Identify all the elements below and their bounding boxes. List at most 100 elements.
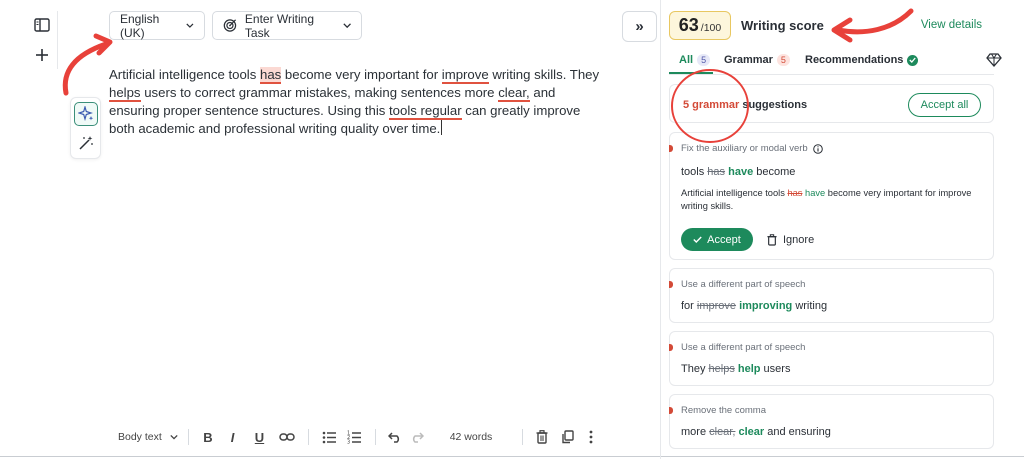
tab-recommendations[interactable]: Recommendations bbox=[805, 54, 919, 66]
target-icon bbox=[223, 19, 237, 32]
text-run: users to correct grammar mistakes, makin… bbox=[140, 85, 499, 100]
numbered-list-icon[interactable]: 123 bbox=[342, 425, 367, 449]
change-after: writing bbox=[792, 300, 828, 312]
bullet-list-icon[interactable] bbox=[317, 425, 342, 449]
redo-icon[interactable] bbox=[406, 425, 428, 449]
suggestion-card[interactable]: Use a different part of speech They help… bbox=[669, 331, 994, 386]
annotation-arrow bbox=[62, 41, 109, 96]
score-value: 63 bbox=[678, 15, 699, 35]
flagged-word[interactable]: improve bbox=[441, 67, 489, 84]
error-marker bbox=[669, 344, 673, 351]
ai-sparkle-icon[interactable] bbox=[74, 102, 98, 126]
suggestion-title-text: Fix the auxiliary or modal verb bbox=[681, 143, 808, 154]
undo-icon[interactable] bbox=[384, 425, 406, 449]
error-marker bbox=[669, 407, 673, 414]
italic-button[interactable]: I bbox=[219, 425, 246, 449]
tab-grammar[interactable]: Grammar 5 bbox=[724, 54, 790, 66]
change-after: become bbox=[753, 166, 796, 178]
flagged-word-active[interactable]: has bbox=[260, 67, 282, 84]
score-badge[interactable]: 63 /100 bbox=[669, 11, 731, 40]
change-after: users bbox=[760, 363, 791, 375]
accept-all-button[interactable]: Accept all bbox=[908, 93, 981, 117]
change-after: and ensuring bbox=[764, 426, 831, 438]
ignore-button[interactable]: Ignore bbox=[767, 228, 814, 251]
context-inserted: have bbox=[805, 188, 826, 198]
suggestion-change: for improve improving writing bbox=[681, 300, 827, 312]
floating-tools bbox=[70, 97, 101, 159]
change-before: They bbox=[681, 363, 709, 375]
sidebar-panel-icon[interactable] bbox=[31, 14, 53, 36]
chevron-down-icon bbox=[170, 434, 178, 440]
suggestion-change: tools has have become bbox=[681, 166, 795, 178]
trash-icon[interactable] bbox=[531, 425, 553, 449]
annotation-arrow-head bbox=[93, 33, 113, 56]
context-before: Artificial intelligence tools bbox=[681, 188, 788, 198]
suggestion-card[interactable]: Remove the comma more clear, clear and e… bbox=[669, 394, 994, 449]
inserted-text: have bbox=[728, 166, 754, 178]
suggestions-panel: 63 /100 Writing score View details All 5… bbox=[660, 0, 1024, 459]
tab-grammar-count: 5 bbox=[776, 54, 790, 66]
error-marker bbox=[669, 145, 673, 152]
error-marker bbox=[669, 281, 673, 288]
language-dropdown[interactable]: English (UK) bbox=[109, 11, 205, 40]
flagged-word[interactable]: clear, bbox=[498, 85, 530, 102]
checkmark-icon bbox=[693, 236, 702, 243]
ignore-label: Ignore bbox=[783, 233, 815, 246]
formatting-toolbar: Body text B I U 123 42 words bbox=[110, 425, 601, 449]
diamond-icon[interactable] bbox=[986, 53, 1002, 72]
change-before: more bbox=[681, 426, 710, 438]
suggestion-context: Artificial intelligence tools has have b… bbox=[681, 187, 981, 213]
bold-button[interactable]: B bbox=[197, 425, 219, 449]
magic-wand-icon[interactable] bbox=[74, 131, 98, 155]
collapse-panel-button[interactable]: » bbox=[622, 11, 657, 42]
writing-task-dropdown[interactable]: Enter Writing Task bbox=[212, 11, 362, 40]
suggestion-title: Fix the auxiliary or modal verb bbox=[681, 143, 823, 154]
tab-all[interactable]: All 5 bbox=[679, 54, 711, 66]
underline-button[interactable]: U bbox=[246, 425, 273, 449]
language-label: English (UK) bbox=[120, 11, 160, 40]
score-max: /100 bbox=[700, 22, 722, 34]
grammar-count-text: 5 grammar bbox=[683, 99, 740, 111]
editor-text[interactable]: Artificial intelligence tools has become… bbox=[109, 66, 609, 138]
accept-button[interactable]: Accept bbox=[681, 228, 753, 251]
check-circle-icon bbox=[907, 54, 919, 66]
plus-icon[interactable] bbox=[31, 44, 53, 66]
suggestions-count: 5 grammar suggestions bbox=[683, 99, 807, 111]
inserted-text: improving bbox=[739, 300, 793, 312]
toolbar-divider bbox=[522, 429, 523, 445]
suggestion-card[interactable]: Use a different part of speech for impro… bbox=[669, 268, 994, 323]
link-icon[interactable] bbox=[273, 425, 300, 449]
writing-task-label: Enter Writing Task bbox=[244, 11, 315, 40]
suggestion-change: They helps help users bbox=[681, 363, 790, 375]
svg-text:3: 3 bbox=[347, 440, 350, 445]
suggestion-title: Use a different part of speech bbox=[681, 279, 806, 290]
copy-icon[interactable] bbox=[553, 425, 581, 449]
removed-text: helps bbox=[708, 363, 735, 375]
info-icon[interactable] bbox=[812, 143, 823, 154]
flagged-word[interactable]: tools regular bbox=[389, 103, 462, 120]
text-style-label: Body text bbox=[118, 431, 162, 443]
change-before: tools bbox=[681, 166, 708, 178]
text-run: become very important for bbox=[281, 67, 442, 82]
suggestion-card-expanded[interactable]: Fix the auxiliary or modal verb tools ha… bbox=[669, 132, 994, 260]
tab-grammar-label: Grammar bbox=[724, 54, 773, 66]
chevron-down-icon bbox=[186, 23, 194, 28]
suggestion-change: more clear, clear and ensuring bbox=[681, 426, 831, 438]
removed-text: improve bbox=[696, 300, 737, 312]
more-options-icon[interactable] bbox=[581, 425, 601, 449]
context-removed: has bbox=[787, 188, 803, 198]
text-run: writing skills. They bbox=[488, 67, 600, 82]
tab-all-label: All bbox=[679, 54, 694, 66]
accept-label: Accept bbox=[707, 233, 741, 246]
suggestion-tabs: All 5 Grammar 5 Recommendations bbox=[669, 49, 999, 75]
suggestion-title: Remove the comma bbox=[681, 405, 767, 416]
word-count: 42 words bbox=[449, 431, 493, 443]
view-details-link[interactable]: View details bbox=[921, 19, 982, 31]
toolbar-divider bbox=[188, 429, 189, 445]
text-run: Artificial intelligence tools bbox=[109, 67, 260, 82]
flagged-word[interactable]: helps bbox=[109, 85, 141, 102]
text-style-dropdown[interactable]: Body text bbox=[110, 425, 180, 449]
suggestions-summary: 5 grammar suggestions Accept all bbox=[669, 84, 994, 123]
trash-icon bbox=[767, 233, 777, 246]
chevron-down-icon bbox=[343, 23, 351, 29]
